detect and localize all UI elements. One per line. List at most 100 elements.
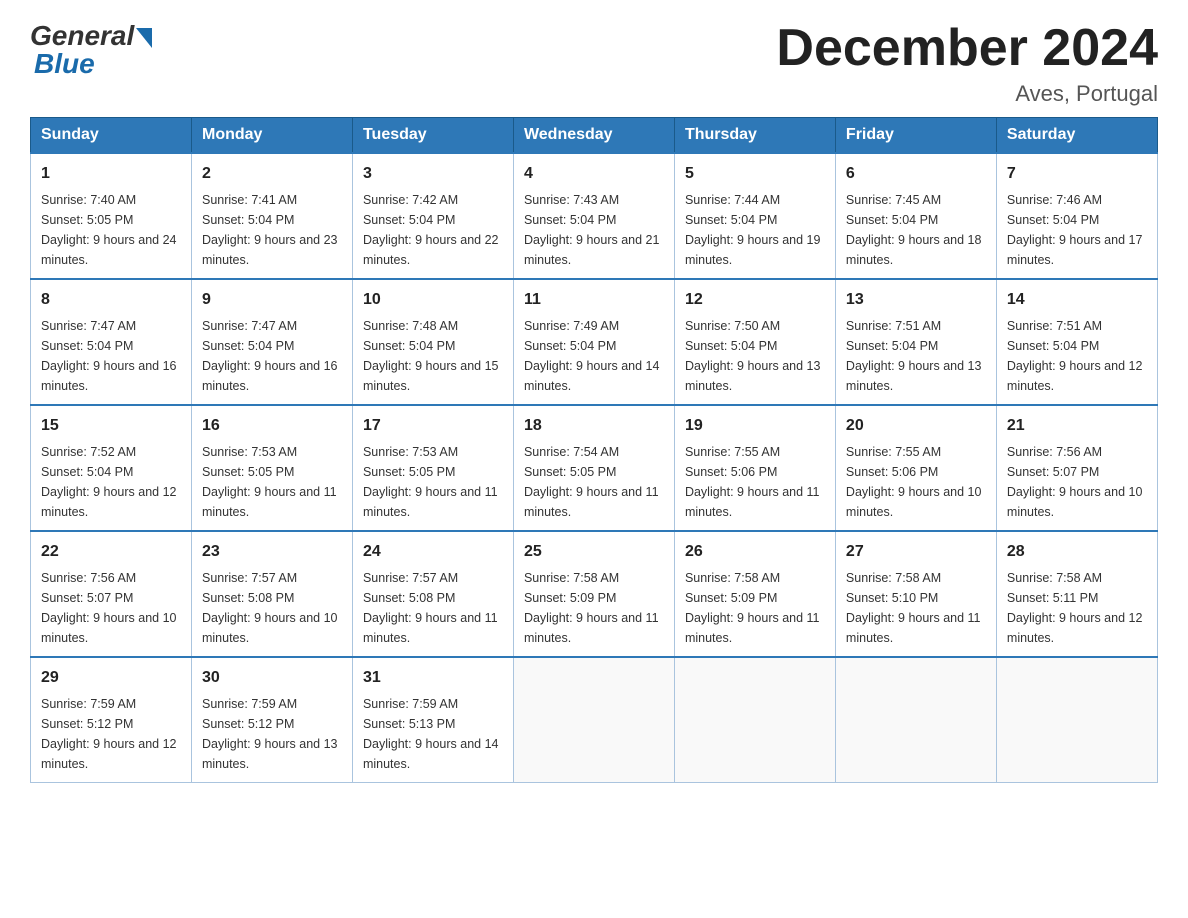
table-row: 18 Sunrise: 7:54 AMSunset: 5:05 PMDayligh… <box>513 405 674 531</box>
table-row: 20Sunrise: 7:55 AMSunset: 5:06 PMDayligh… <box>835 405 996 531</box>
day-info: Sunrise: 7:54 AMSunset: 5:05 PMDaylight:… <box>524 442 664 522</box>
table-row <box>513 657 674 783</box>
day-number: 27 <box>846 540 986 564</box>
table-row: 27 Sunrise: 7:58 AMSunset: 5:10 PMDayligh… <box>835 531 996 657</box>
table-row: 8 Sunrise: 7:47 AMSunset: 5:04 PMDaylight… <box>31 279 192 405</box>
day-number: 23 <box>202 540 342 564</box>
day-info: Sunrise: 7:56 AMSunset: 5:07 PMDaylight:… <box>1007 442 1147 522</box>
table-row: 23 Sunrise: 7:57 AMSunset: 5:08 PMDayligh… <box>191 531 352 657</box>
day-number: 13 <box>846 288 986 312</box>
day-info: Sunrise: 7:59 AMSunset: 5:13 PMDaylight:… <box>363 694 503 774</box>
table-row: 6 Sunrise: 7:45 AMSunset: 5:04 PMDaylight… <box>835 153 996 279</box>
day-number: 25 <box>524 540 664 564</box>
day-info: Sunrise: 7:43 AMSunset: 5:04 PMDaylight:… <box>524 190 664 270</box>
day-info: Sunrise: 7:44 AMSunset: 5:04 PMDaylight:… <box>685 190 825 270</box>
day-info: Sunrise: 7:48 AMSunset: 5:04 PMDaylight:… <box>363 316 503 396</box>
table-row: 14 Sunrise: 7:51 AMSunset: 5:04 PMDayligh… <box>996 279 1157 405</box>
day-number: 18 <box>524 414 664 438</box>
day-number: 10 <box>363 288 503 312</box>
day-info: Sunrise: 7:58 AMSunset: 5:10 PMDaylight:… <box>846 568 986 648</box>
day-number: 6 <box>846 162 986 186</box>
table-row: 2 Sunrise: 7:41 AMSunset: 5:04 PMDaylight… <box>191 153 352 279</box>
table-row <box>996 657 1157 783</box>
day-info: Sunrise: 7:41 AMSunset: 5:04 PMDaylight:… <box>202 190 342 270</box>
table-row: 21 Sunrise: 7:56 AMSunset: 5:07 PMDayligh… <box>996 405 1157 531</box>
logo: General Blue <box>30 20 152 80</box>
table-row: 3 Sunrise: 7:42 AMSunset: 5:04 PMDaylight… <box>352 153 513 279</box>
day-number: 17 <box>363 414 503 438</box>
table-row: 26 Sunrise: 7:58 AMSunset: 5:09 PMDayligh… <box>674 531 835 657</box>
table-row: 31 Sunrise: 7:59 AMSunset: 5:13 PMDayligh… <box>352 657 513 783</box>
day-number: 11 <box>524 288 664 312</box>
day-info: Sunrise: 7:51 AMSunset: 5:04 PMDaylight:… <box>846 316 986 396</box>
table-row: 5Sunrise: 7:44 AMSunset: 5:04 PMDaylight… <box>674 153 835 279</box>
location-subtitle: Aves, Portugal <box>776 81 1158 107</box>
day-info: Sunrise: 7:57 AMSunset: 5:08 PMDaylight:… <box>202 568 342 648</box>
table-row: 4Sunrise: 7:43 AMSunset: 5:04 PMDaylight… <box>513 153 674 279</box>
day-number: 7 <box>1007 162 1147 186</box>
table-row: 11 Sunrise: 7:49 AMSunset: 5:04 PMDayligh… <box>513 279 674 405</box>
day-number: 3 <box>363 162 503 186</box>
day-number: 15 <box>41 414 181 438</box>
day-number: 12 <box>685 288 825 312</box>
table-row: 24Sunrise: 7:57 AMSunset: 5:08 PMDayligh… <box>352 531 513 657</box>
day-info: Sunrise: 7:45 AMSunset: 5:04 PMDaylight:… <box>846 190 986 270</box>
calendar-header-thursday: Thursday <box>674 118 835 154</box>
day-number: 2 <box>202 162 342 186</box>
page-header: General Blue December 2024 Aves, Portuga… <box>30 20 1158 107</box>
day-number: 14 <box>1007 288 1147 312</box>
day-info: Sunrise: 7:52 AMSunset: 5:04 PMDaylight:… <box>41 442 181 522</box>
calendar-week-row: 15 Sunrise: 7:52 AMSunset: 5:04 PMDayligh… <box>31 405 1158 531</box>
day-info: Sunrise: 7:51 AMSunset: 5:04 PMDaylight:… <box>1007 316 1147 396</box>
day-info: Sunrise: 7:58 AMSunset: 5:09 PMDaylight:… <box>685 568 825 648</box>
day-number: 28 <box>1007 540 1147 564</box>
day-number: 31 <box>363 666 503 690</box>
calendar-header-saturday: Saturday <box>996 118 1157 154</box>
calendar-table: SundayMondayTuesdayWednesdayThursdayFrid… <box>30 117 1158 783</box>
table-row: 12 Sunrise: 7:50 AMSunset: 5:04 PMDayligh… <box>674 279 835 405</box>
calendar-header-friday: Friday <box>835 118 996 154</box>
calendar-header-monday: Monday <box>191 118 352 154</box>
table-row: 22Sunrise: 7:56 AMSunset: 5:07 PMDayligh… <box>31 531 192 657</box>
title-block: December 2024 Aves, Portugal <box>776 20 1158 107</box>
table-row: 25Sunrise: 7:58 AMSunset: 5:09 PMDayligh… <box>513 531 674 657</box>
day-info: Sunrise: 7:55 AMSunset: 5:06 PMDaylight:… <box>685 442 825 522</box>
day-number: 29 <box>41 666 181 690</box>
day-info: Sunrise: 7:49 AMSunset: 5:04 PMDaylight:… <box>524 316 664 396</box>
table-row: 16 Sunrise: 7:53 AMSunset: 5:05 PMDayligh… <box>191 405 352 531</box>
day-info: Sunrise: 7:53 AMSunset: 5:05 PMDaylight:… <box>363 442 503 522</box>
day-number: 1 <box>41 162 181 186</box>
day-info: Sunrise: 7:50 AMSunset: 5:04 PMDaylight:… <box>685 316 825 396</box>
day-info: Sunrise: 7:59 AMSunset: 5:12 PMDaylight:… <box>41 694 181 774</box>
day-info: Sunrise: 7:53 AMSunset: 5:05 PMDaylight:… <box>202 442 342 522</box>
calendar-week-row: 22Sunrise: 7:56 AMSunset: 5:07 PMDayligh… <box>31 531 1158 657</box>
day-number: 21 <box>1007 414 1147 438</box>
day-info: Sunrise: 7:47 AMSunset: 5:04 PMDaylight:… <box>41 316 181 396</box>
calendar-week-row: 8 Sunrise: 7:47 AMSunset: 5:04 PMDaylight… <box>31 279 1158 405</box>
table-row: 10 Sunrise: 7:48 AMSunset: 5:04 PMDayligh… <box>352 279 513 405</box>
calendar-week-row: 29 Sunrise: 7:59 AMSunset: 5:12 PMDayligh… <box>31 657 1158 783</box>
table-row: 30 Sunrise: 7:59 AMSunset: 5:12 PMDayligh… <box>191 657 352 783</box>
table-row <box>674 657 835 783</box>
table-row: 1 Sunrise: 7:40 AMSunset: 5:05 PMDaylight… <box>31 153 192 279</box>
logo-blue-text: Blue <box>30 48 95 80</box>
calendar-header-tuesday: Tuesday <box>352 118 513 154</box>
table-row: 13 Sunrise: 7:51 AMSunset: 5:04 PMDayligh… <box>835 279 996 405</box>
day-number: 19 <box>685 414 825 438</box>
day-number: 16 <box>202 414 342 438</box>
table-row <box>835 657 996 783</box>
day-info: Sunrise: 7:59 AMSunset: 5:12 PMDaylight:… <box>202 694 342 774</box>
day-number: 30 <box>202 666 342 690</box>
day-number: 24 <box>363 540 503 564</box>
table-row: 19 Sunrise: 7:55 AMSunset: 5:06 PMDayligh… <box>674 405 835 531</box>
table-row: 9Sunrise: 7:47 AMSunset: 5:04 PMDaylight… <box>191 279 352 405</box>
day-number: 26 <box>685 540 825 564</box>
table-row: 17 Sunrise: 7:53 AMSunset: 5:05 PMDayligh… <box>352 405 513 531</box>
table-row: 7Sunrise: 7:46 AMSunset: 5:04 PMDaylight… <box>996 153 1157 279</box>
day-number: 9 <box>202 288 342 312</box>
day-info: Sunrise: 7:55 AMSunset: 5:06 PMDaylight:… <box>846 442 986 522</box>
day-info: Sunrise: 7:40 AMSunset: 5:05 PMDaylight:… <box>41 190 181 270</box>
day-info: Sunrise: 7:42 AMSunset: 5:04 PMDaylight:… <box>363 190 503 270</box>
day-info: Sunrise: 7:58 AMSunset: 5:11 PMDaylight:… <box>1007 568 1147 648</box>
day-number: 8 <box>41 288 181 312</box>
